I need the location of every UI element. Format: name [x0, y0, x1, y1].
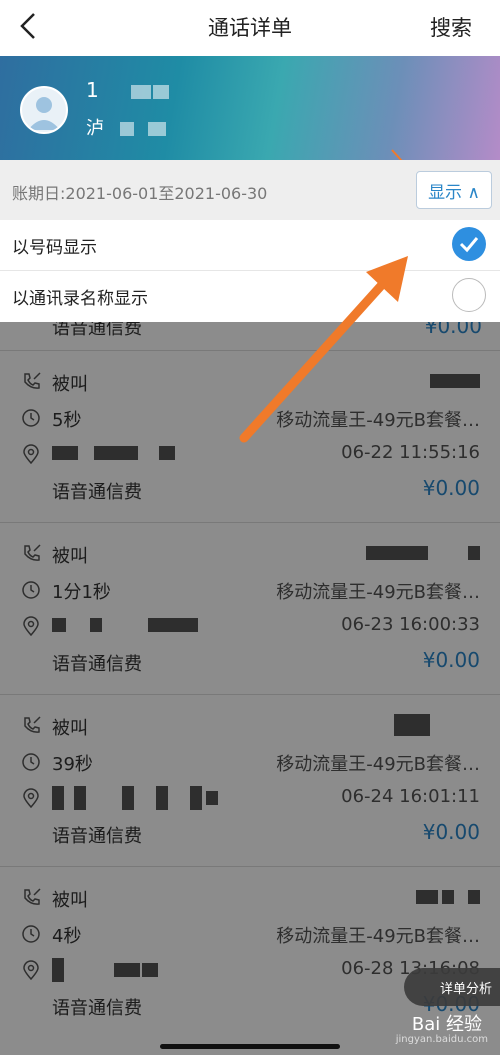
watermark-logo: Bai 经验	[411, 1014, 482, 1035]
search-button[interactable]: 搜索	[430, 12, 472, 42]
watermark-url: jingyan.baidu.com	[395, 1034, 488, 1045]
modal-overlay[interactable]	[0, 322, 500, 1055]
avatar	[20, 86, 68, 134]
option-by-contact[interactable]: 以通讯录名称显示	[0, 271, 500, 321]
option-label: 以通讯录名称显示	[12, 289, 148, 309]
home-indicator[interactable]	[160, 1044, 340, 1049]
account-banner: 1 泸	[0, 56, 500, 191]
unchecked-radio-icon[interactable]	[452, 278, 486, 312]
checked-icon[interactable]	[452, 227, 486, 261]
billing-period-bar: 账期日:2021-06-01至2021-06-30 显示 ∧	[0, 160, 500, 220]
nav-bar: 通话详单 搜索	[0, 0, 500, 56]
billing-period: 账期日:2021-06-01至2021-06-30	[12, 184, 268, 203]
account-location: 泸	[86, 114, 166, 140]
display-mode-menu: 以号码显示 以通讯录名称显示	[0, 220, 500, 322]
analysis-button[interactable]: 详单分析	[404, 968, 500, 1006]
display-toggle-button[interactable]: 显示 ∧	[416, 171, 492, 209]
page-title: 通话详单	[208, 16, 292, 40]
option-by-number[interactable]: 以号码显示	[0, 220, 500, 271]
option-label: 以号码显示	[12, 238, 97, 258]
phone-number: 1	[86, 78, 170, 102]
